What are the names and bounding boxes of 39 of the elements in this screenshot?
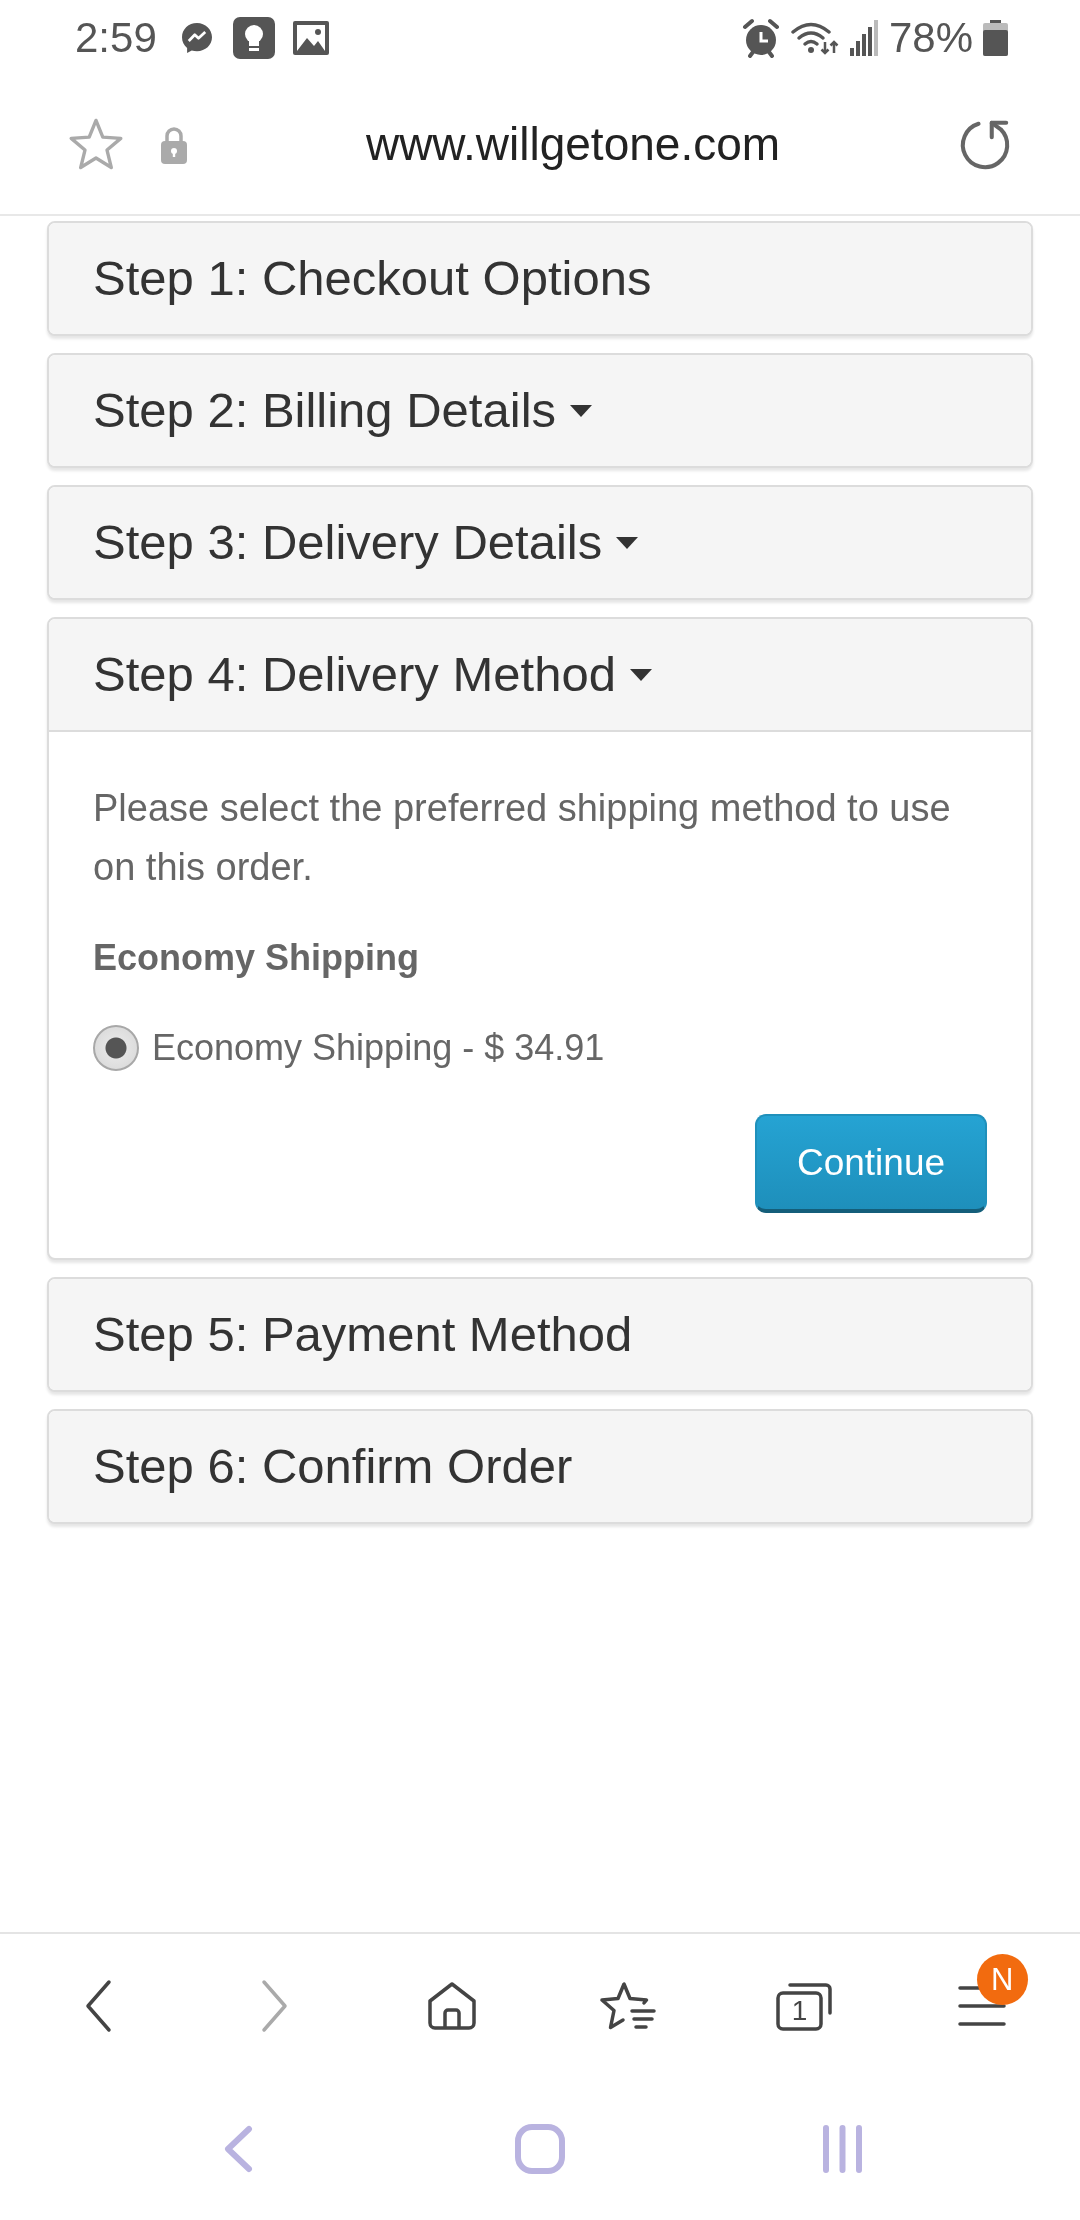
battery-percent: 78%	[888, 17, 973, 59]
panel-title: Step 6: Confirm Order	[93, 1438, 573, 1496]
rounded-square-icon	[515, 2123, 565, 2174]
signal-icon	[848, 20, 879, 56]
radio-button[interactable]	[93, 1025, 139, 1071]
notification-badge: N	[976, 1953, 1028, 2005]
caret-down-icon	[570, 404, 592, 417]
back-button[interactable]	[84, 1978, 113, 2033]
alarm-clock-icon	[740, 18, 781, 58]
caret-down-icon	[616, 536, 639, 549]
panel-header[interactable]: Step 2: Billing Details	[49, 355, 1031, 466]
panel-title: Step 3: Delivery Details	[93, 514, 603, 572]
caret-down-icon	[629, 668, 652, 681]
panel-header[interactable]: Step 4: Delivery Method	[49, 619, 1031, 732]
chevron-right-icon	[261, 1978, 289, 2033]
tabs-icon	[775, 1980, 835, 2031]
panel-title: Step 5: Payment Method	[93, 1306, 633, 1364]
panel-title: Step 2: Billing Details	[93, 382, 556, 440]
chevron-left-icon	[84, 1978, 113, 2033]
wifi-icon	[790, 21, 839, 55]
panel-title: Step 4: Delivery Method	[93, 646, 616, 704]
lightbulb-icon	[232, 17, 275, 59]
radio-label[interactable]: Economy Shipping - $ 34.91	[152, 1026, 605, 1070]
image-icon	[292, 21, 329, 55]
instruction-text: Please select the preferred shipping method to use on this order.	[93, 786, 952, 890]
reload-icon	[958, 118, 1012, 172]
lock-icon	[160, 126, 188, 164]
tabs-button[interactable]: 1	[775, 1980, 835, 2031]
panel-header[interactable]: Step 3: Delivery Details	[49, 487, 1031, 598]
url-text[interactable]: www.willgetone.com	[365, 118, 781, 171]
home-icon	[425, 1980, 478, 2031]
chevron-left-icon	[223, 2124, 253, 2173]
battery-icon	[983, 20, 1008, 56]
home-button[interactable]	[425, 1980, 478, 2031]
panel-title: Step 1: Checkout Options	[93, 250, 652, 308]
reload-button[interactable]	[958, 118, 1012, 172]
shipping-method-title: Economy Shipping	[93, 936, 420, 980]
tab-count: 1	[790, 1994, 809, 2027]
status-time: 2:59	[75, 17, 157, 59]
